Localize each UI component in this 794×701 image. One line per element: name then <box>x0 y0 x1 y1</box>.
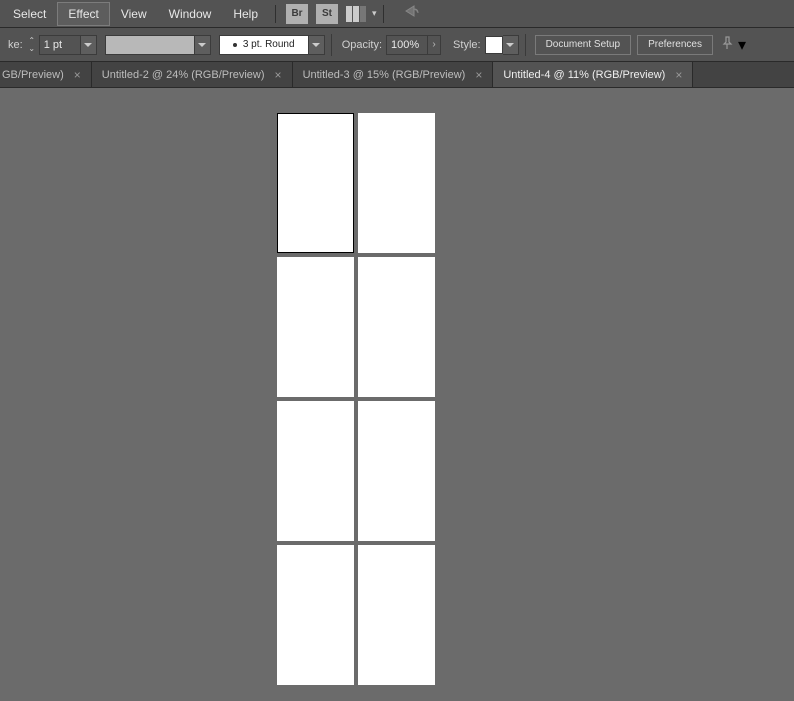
artboard[interactable] <box>358 545 435 685</box>
tab-label: Untitled-3 @ 15% (RGB/Preview) <box>303 69 466 81</box>
options-separator-1 <box>331 34 332 56</box>
document-tab[interactable]: Untitled-4 @ 11% (RGB/Preview) × <box>493 62 693 87</box>
artboard-grid <box>277 113 435 685</box>
artboard[interactable] <box>277 545 354 685</box>
brush-definition-dropdown[interactable] <box>309 35 325 55</box>
menu-separator <box>275 5 276 23</box>
document-setup-button[interactable]: Document Setup <box>535 35 632 55</box>
stroke-stepper[interactable]: ⌃ ⌄ <box>27 37 37 53</box>
artboard[interactable] <box>358 113 435 253</box>
tab-label: Untitled-2 @ 24% (RGB/Preview) <box>102 69 265 81</box>
artboard[interactable] <box>277 113 354 253</box>
close-icon[interactable]: × <box>74 68 81 82</box>
tab-label: Untitled-4 @ 11% (RGB/Preview) <box>503 69 665 81</box>
options-separator-2 <box>525 34 526 56</box>
menu-window[interactable]: Window <box>158 2 223 26</box>
artboard[interactable] <box>358 257 435 397</box>
bridge-button[interactable]: Br <box>286 4 308 24</box>
variable-width-dropdown[interactable] <box>195 35 211 55</box>
brush-definition-field[interactable]: 3 pt. Round <box>219 35 309 55</box>
opacity-field[interactable]: 100% <box>386 35 428 55</box>
brush-dot-icon <box>233 43 237 47</box>
menu-help[interactable]: Help <box>222 2 269 26</box>
menu-view[interactable]: View <box>110 2 158 26</box>
stroke-weight-dropdown[interactable] <box>81 35 97 55</box>
menu-separator-2 <box>383 5 384 23</box>
document-tab[interactable]: GB/Preview) × <box>0 62 92 87</box>
menu-select[interactable]: Select <box>2 2 57 26</box>
search-icon[interactable] <box>404 3 422 24</box>
artboard[interactable] <box>277 257 354 397</box>
stroke-weight-field[interactable]: 1 pt <box>39 35 81 55</box>
pin-dropdown-icon[interactable]: ▾ <box>738 35 746 55</box>
menu-bar: Select Effect View Window Help Br St ▾ <box>0 0 794 28</box>
style-label: Style: <box>453 39 481 51</box>
options-bar: ke: ⌃ ⌄ 1 pt 3 pt. Round Opacity: 100% ›… <box>0 28 794 62</box>
document-tab[interactable]: Untitled-3 @ 15% (RGB/Preview) × <box>293 62 494 87</box>
opacity-flyout-icon[interactable]: › <box>427 35 441 55</box>
close-icon[interactable]: × <box>675 68 682 82</box>
opacity-label: Opacity: <box>342 39 382 51</box>
tab-label: GB/Preview) <box>2 69 64 81</box>
artboard[interactable] <box>277 401 354 541</box>
chevron-down-icon[interactable]: ⌄ <box>27 45 37 53</box>
document-tab[interactable]: Untitled-2 @ 24% (RGB/Preview) × <box>92 62 293 87</box>
graphic-style-swatch[interactable] <box>485 36 503 54</box>
document-tab-bar: GB/Preview) × Untitled-2 @ 24% (RGB/Prev… <box>0 62 794 88</box>
brush-definition-label: 3 pt. Round <box>243 39 295 50</box>
graphic-style-dropdown[interactable] <box>503 35 519 55</box>
preferences-button[interactable]: Preferences <box>637 35 713 55</box>
close-icon[interactable]: × <box>475 68 482 82</box>
canvas-area[interactable] <box>0 88 794 701</box>
artboard[interactable] <box>358 401 435 541</box>
close-icon[interactable]: × <box>275 68 282 82</box>
workspace-dropdown-icon[interactable]: ▾ <box>372 8 377 19</box>
variable-width-swatch[interactable] <box>105 35 195 55</box>
menu-effect[interactable]: Effect <box>57 2 109 26</box>
stock-button[interactable]: St <box>316 4 338 24</box>
workspace-icon[interactable] <box>346 6 366 22</box>
pin-icon[interactable] <box>720 36 734 53</box>
stroke-label: ke: <box>8 39 23 51</box>
